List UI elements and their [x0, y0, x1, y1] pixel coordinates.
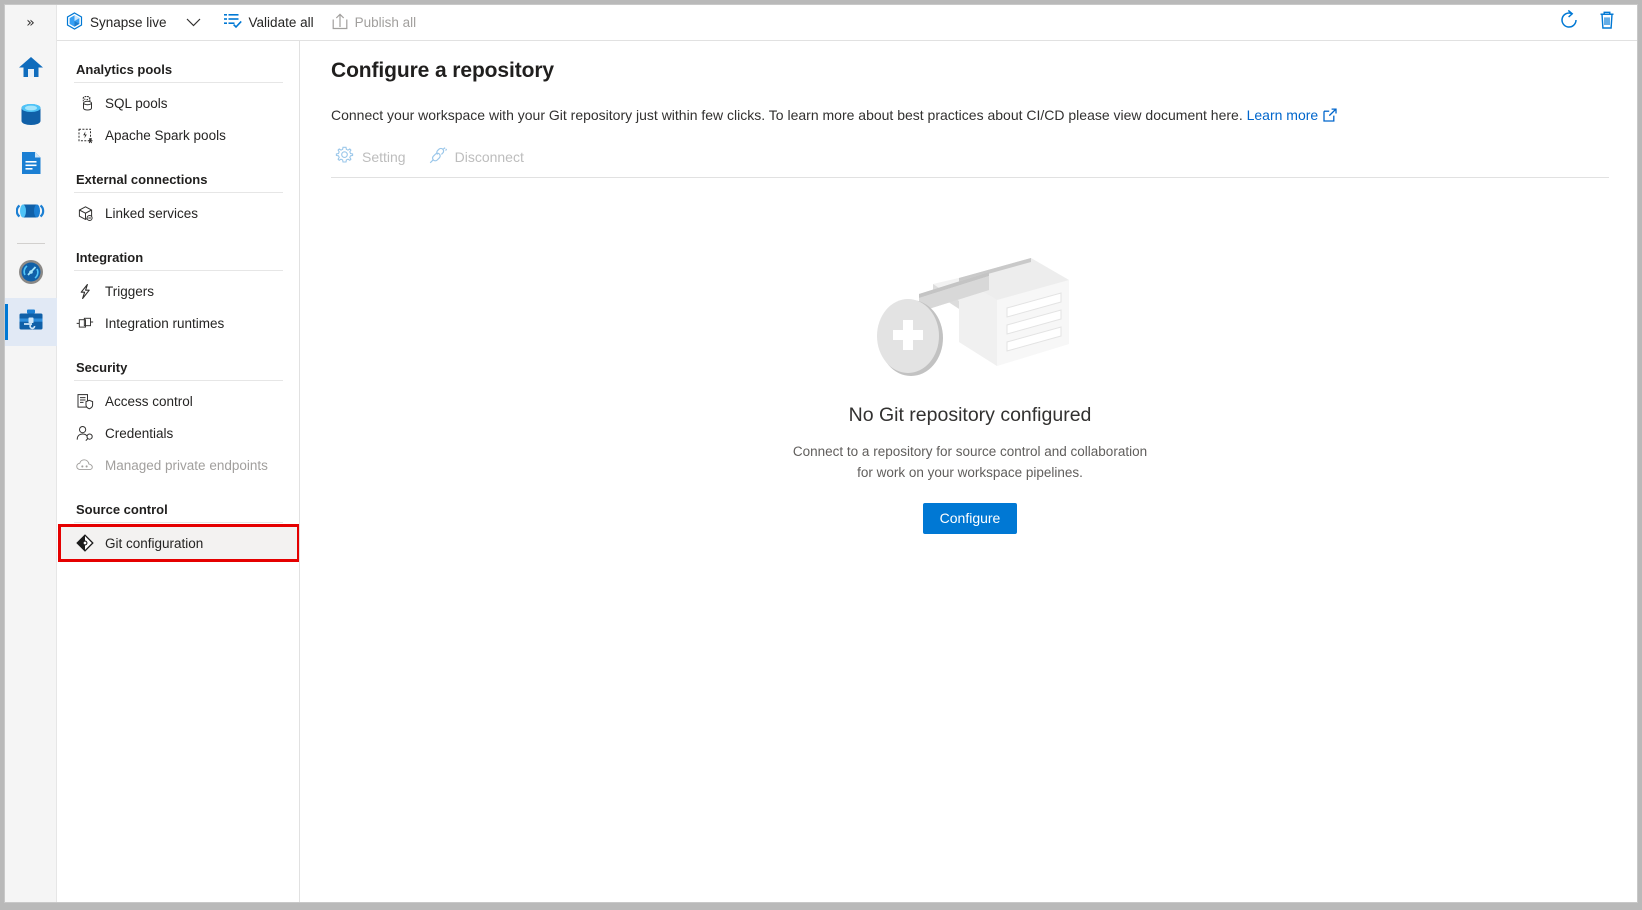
tree-item-label: Credentials: [105, 426, 173, 441]
refresh-button[interactable]: [1553, 7, 1585, 39]
tree-item-credentials[interactable]: Credentials: [58, 417, 299, 449]
tree-item-label: Managed private endpoints: [105, 458, 268, 473]
learn-more-link[interactable]: Learn more: [1247, 107, 1338, 123]
toolbox-icon: [17, 307, 45, 338]
tree-group-source-control: Source control: [74, 495, 283, 523]
rail-item-integrate[interactable]: [5, 189, 57, 237]
workspace-mode-label: Synapse live: [90, 15, 167, 30]
toolbar-left-group: Synapse live: [57, 5, 425, 41]
empty-state-title: No Git repository configured: [849, 404, 1092, 427]
page-title: Configure a repository: [331, 59, 1609, 83]
tree-item-label: Git configuration: [105, 536, 203, 551]
top-toolbar: » Synapse live: [5, 5, 1637, 41]
tree-item-label: Access control: [105, 394, 193, 409]
tree-group-external-connections: External connections: [74, 165, 283, 193]
tree-item-triggers[interactable]: Triggers: [58, 275, 299, 307]
publish-all-label: Publish all: [355, 15, 417, 30]
page-description-text: Connect your workspace with your Git rep…: [331, 107, 1243, 123]
learn-more-label: Learn more: [1247, 107, 1319, 123]
linked-services-icon: [76, 204, 94, 222]
trash-icon: [1596, 9, 1618, 36]
home-icon: [17, 54, 45, 85]
rail-item-monitor[interactable]: [5, 250, 57, 298]
tree-item-label: SQL pools: [105, 96, 168, 111]
managed-endpoint-icon: [76, 456, 94, 474]
rail-item-home[interactable]: [5, 45, 57, 93]
tree-group-integration: Integration: [74, 243, 283, 271]
rail-item-manage[interactable]: [5, 298, 57, 346]
tree-item-label: Apache Spark pools: [105, 128, 226, 143]
tree-item-access-control[interactable]: Access control: [58, 385, 299, 417]
rail-divider: [17, 243, 45, 244]
empty-state-subtitle-line2: for work on your workspace pipelines.: [793, 462, 1147, 483]
no-repository-illustration: [855, 240, 1085, 390]
chevron-down-icon: [186, 14, 201, 32]
tree-item-linked-services[interactable]: Linked services: [58, 197, 299, 229]
refresh-icon: [1558, 9, 1580, 36]
spark-pool-icon: [76, 126, 94, 144]
tree-spacer: [58, 229, 299, 243]
tree-item-integration-runtimes[interactable]: Integration runtimes: [58, 307, 299, 339]
main-content: Configure a repository Connect your work…: [301, 41, 1637, 902]
setting-label: Setting: [362, 149, 406, 165]
document-icon: [18, 149, 44, 182]
publish-upload-icon: [332, 13, 348, 33]
left-icon-rail: [5, 41, 57, 902]
integration-runtime-icon: [76, 314, 94, 332]
workspace-mode-selector[interactable]: Synapse live: [57, 5, 176, 41]
tree-spacer: [58, 481, 299, 495]
tree-item-git-configuration[interactable]: Git configuration: [61, 527, 297, 559]
empty-state-subtitle-line1: Connect to a repository for source contr…: [793, 441, 1147, 462]
publish-all-button[interactable]: Publish all: [323, 5, 426, 41]
tree-group-security: Security: [74, 353, 283, 381]
synapse-hex-icon: [66, 12, 83, 33]
rail-item-develop[interactable]: [5, 141, 57, 189]
disconnect-label: Disconnect: [455, 149, 524, 165]
tree-spacer: [58, 339, 299, 353]
setting-command[interactable]: Setting: [331, 144, 410, 170]
rail-collapse-area: »: [5, 5, 57, 41]
tree-item-label: Integration runtimes: [105, 316, 224, 331]
validate-all-label: Validate all: [249, 15, 314, 30]
workspace-mode-dropdown[interactable]: [176, 14, 215, 32]
expand-sidebar-icon[interactable]: »: [26, 16, 35, 30]
app-window: » Synapse live: [4, 4, 1638, 903]
git-icon: [76, 534, 94, 552]
page-description: Connect your workspace with your Git rep…: [331, 105, 1609, 127]
manage-navigation-tree: Analytics pools SQL pools Apache: [58, 41, 300, 902]
configure-button[interactable]: Configure: [923, 503, 1018, 534]
validate-icon: [224, 13, 242, 32]
monitor-gauge-icon: [17, 258, 45, 291]
trigger-icon: [76, 282, 94, 300]
gear-icon: [335, 146, 354, 168]
tree-item-managed-private-endpoints: Managed private endpoints: [58, 449, 299, 481]
tree-item-label: Triggers: [105, 284, 154, 299]
disconnect-plug-icon: [428, 147, 447, 168]
delete-button[interactable]: [1591, 7, 1623, 39]
tree-item-sql-pools[interactable]: SQL pools: [58, 87, 299, 119]
empty-state: No Git repository configured Connect to …: [331, 240, 1609, 534]
external-link-icon: [1323, 107, 1337, 127]
validate-all-button[interactable]: Validate all: [215, 5, 323, 41]
empty-state-subtitle: Connect to a repository for source contr…: [793, 441, 1147, 483]
tree-item-apache-spark-pools[interactable]: Apache Spark pools: [58, 119, 299, 151]
tree-item-label: Linked services: [105, 206, 198, 221]
credentials-icon: [76, 424, 94, 442]
database-icon: [18, 101, 44, 134]
tree-group-analytics-pools: Analytics pools: [74, 55, 283, 83]
pipeline-icon: [16, 199, 46, 228]
toolbar-right-group: [1553, 7, 1637, 39]
rail-item-data[interactable]: [5, 93, 57, 141]
access-control-icon: [76, 392, 94, 410]
command-bar: Setting Disconnect: [331, 146, 1609, 178]
disconnect-command[interactable]: Disconnect: [424, 145, 528, 170]
sql-pool-icon: [76, 94, 94, 112]
tree-spacer: [58, 151, 299, 165]
